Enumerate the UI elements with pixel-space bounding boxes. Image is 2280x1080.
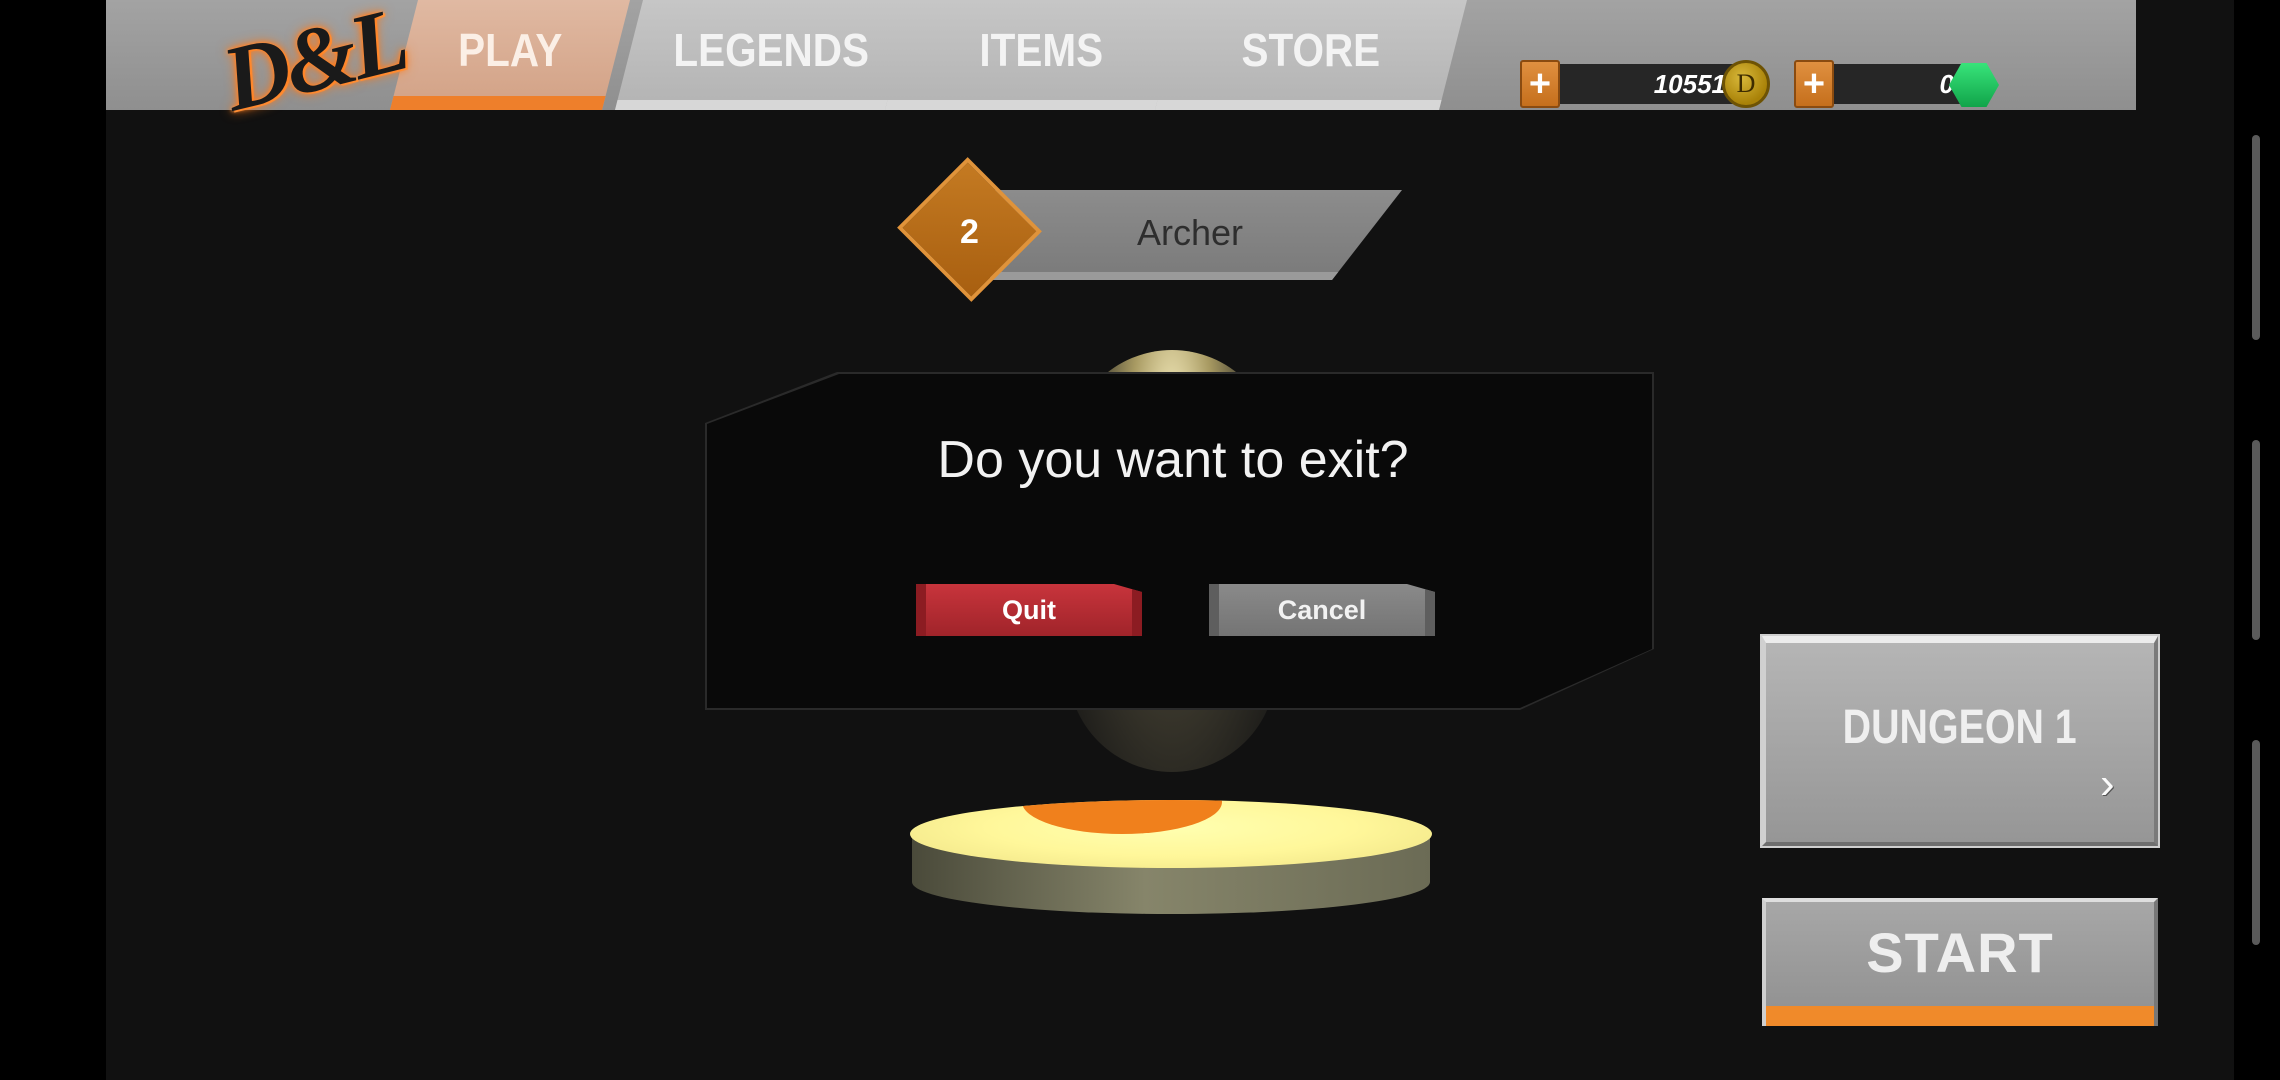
class-name: Archer: [1136, 212, 1244, 253]
tab-legends[interactable]: LEGENDS: [615, 0, 927, 110]
cancel-button[interactable]: Cancel: [1209, 584, 1435, 636]
dungeon-label: DUNGEON 1: [1762, 700, 2158, 755]
coin-icon: D: [1722, 60, 1770, 108]
scrollbar-thumb[interactable]: [2252, 135, 2260, 340]
level-number: 2: [960, 213, 979, 251]
buy-gems-button[interactable]: +: [1794, 60, 1834, 108]
tab-label: STORE: [1241, 24, 1381, 76]
buy-coins-button[interactable]: +: [1520, 60, 1560, 108]
tab-label: ITEMS: [979, 24, 1103, 76]
quit-button[interactable]: Quit: [916, 584, 1142, 636]
tab-label: PLAY: [457, 24, 563, 76]
scrollbar-thumb[interactable]: [2252, 440, 2260, 640]
scrollbar-thumb[interactable]: [2252, 740, 2260, 945]
character-shadow: [1022, 800, 1222, 834]
coin-balance: 10551: [1560, 64, 1742, 104]
start-label: START: [1866, 921, 2054, 984]
tab-label: LEGENDS: [673, 24, 869, 76]
dialog-title: Do you want to exit?: [937, 431, 1409, 489]
tab-store[interactable]: STORE: [1155, 0, 1467, 110]
pedestal-top: [910, 800, 1432, 868]
chevron-right-icon[interactable]: ›: [2100, 762, 2134, 806]
tab-items[interactable]: ITEMS: [885, 0, 1197, 110]
dungeon-label-text: DUNGEON 1: [1842, 701, 2078, 754]
exit-dialog: [707, 374, 1652, 708]
